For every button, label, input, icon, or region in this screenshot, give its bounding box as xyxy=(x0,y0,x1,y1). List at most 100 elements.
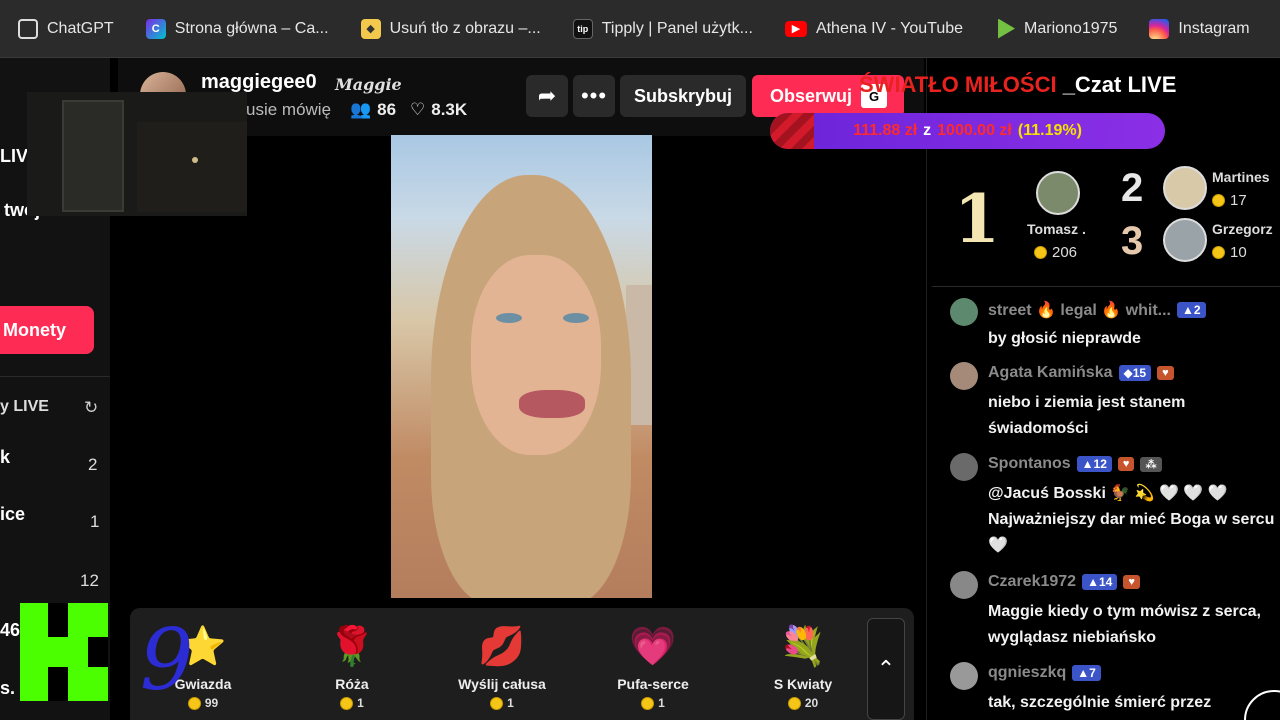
rank-third-number: 3 xyxy=(1121,219,1144,263)
rumble-icon xyxy=(998,18,1016,39)
more-options-button[interactable]: ••• xyxy=(573,75,615,117)
gift-item[interactable]: 💋 Wyślij całusa 1 xyxy=(447,608,557,710)
goal-of: z xyxy=(923,122,932,139)
refresh-icon[interactable]: ↻ xyxy=(84,398,98,418)
viewer-count-value: 86 xyxy=(377,100,397,119)
viewer-count: 👥 86 xyxy=(350,100,396,120)
gift-name: Wyślij całusa xyxy=(458,676,546,692)
sidebar-item-name[interactable]: ice xyxy=(0,504,25,525)
bookmark-label: Instagram xyxy=(1178,19,1250,37)
rose-gift-icon: 🌹 xyxy=(328,626,376,668)
rank-first-number: 1 xyxy=(954,180,1000,258)
webcam-overlay xyxy=(27,92,247,216)
expand-gifts-button[interactable]: ⌃ xyxy=(867,618,905,720)
chat-title-white: _Czat LIVE xyxy=(1062,72,1177,97)
streamer-nickname: Maggie xyxy=(335,75,402,94)
bookmark-youtube[interactable]: ▶ Athena IV - YouTube xyxy=(784,13,973,45)
coin-icon xyxy=(641,696,655,710)
gift-name: Róża xyxy=(335,676,369,692)
bookmark-label: Athena IV - YouTube xyxy=(815,19,964,37)
window-shape xyxy=(62,100,124,212)
rank-second-points: 17 xyxy=(1212,192,1247,209)
chat-user-line[interactable]: Spontanos ▲12 ♥ ⁂ xyxy=(988,455,1162,473)
rank-first-name: Tomasz . xyxy=(1027,221,1086,237)
avatar[interactable] xyxy=(950,453,978,481)
rank-first-points: 206 xyxy=(1034,244,1077,261)
bookmark-label: Usuń tło z obrazu –... xyxy=(389,19,541,37)
coins-button[interactable]: Monety xyxy=(0,306,94,354)
bookmark-canva[interactable]: C Strona główna – Ca... xyxy=(145,13,339,45)
stream-video[interactable] xyxy=(391,135,652,598)
chat-username: Czarek1972 xyxy=(988,573,1077,590)
gift-price: 20 xyxy=(748,696,858,710)
sidebar-live-section-title: y LIVE xyxy=(0,398,49,415)
chat-text: Maggie kiedy o tym mówisz z serca, wyglą… xyxy=(988,603,1261,646)
bookmark-label: Strona główna – Ca... xyxy=(174,19,329,37)
chat-username: Spontanos xyxy=(988,455,1071,472)
streamer-handle[interactable]: maggiegee0 xyxy=(201,71,317,94)
avatar[interactable] xyxy=(950,662,978,690)
lamp-shape xyxy=(192,157,198,163)
avatar[interactable] xyxy=(950,571,978,599)
sidebar-divider xyxy=(0,376,110,377)
level-badge: ▲7 xyxy=(1072,665,1101,681)
share-button[interactable]: ➦ xyxy=(526,75,568,117)
bookmark-rumble[interactable]: Mariono1975 xyxy=(995,13,1127,45)
bookmark-label: Tipply | Panel użytk... xyxy=(601,19,753,37)
sidebar-item-name[interactable]: k xyxy=(0,447,10,468)
bouquet-gift-icon: 💐 xyxy=(779,626,827,668)
bookmark-chatgpt[interactable]: ChatGPT xyxy=(18,13,124,45)
bookmark-instagram[interactable]: Instagram xyxy=(1149,13,1259,45)
goal-current: 111.88 zł xyxy=(853,122,918,139)
chat-text: by głosić nieprawde xyxy=(988,330,1141,347)
gift-name: S Kwiaty xyxy=(773,676,833,692)
gift-item[interactable]: 🌹 Róża 1 xyxy=(297,608,407,710)
level-badge: ▲2 xyxy=(1177,302,1206,318)
chevron-up-icon: ⌃ xyxy=(876,656,896,681)
stream-subtitle: usie mówię xyxy=(246,100,332,119)
bookmark-tipply[interactable]: tip Tipply | Panel użytk... xyxy=(572,13,763,45)
avatar[interactable] xyxy=(1163,218,1207,262)
fan-badge: ♥ xyxy=(1157,366,1174,380)
tipply-icon: tip xyxy=(572,18,593,39)
chat-text: niebo i ziemia jest stanem świadomości xyxy=(988,394,1186,437)
chat-title: ŚWIATŁO MIŁOŚCI _Czat LIVE xyxy=(859,72,1176,98)
chat-user-line[interactable]: Czarek1972 ▲14 ♥ xyxy=(988,573,1140,591)
avatar[interactable] xyxy=(1163,166,1207,210)
ranking-divider xyxy=(932,286,1280,287)
coin-icon xyxy=(490,696,504,710)
gift-price-value: 1 xyxy=(507,696,514,710)
coin-icon xyxy=(1212,194,1225,207)
rank-second-name: Martines xyxy=(1212,169,1270,185)
rank-third-name: Grzegorz xyxy=(1212,221,1273,237)
instagram-icon xyxy=(1149,18,1170,39)
chat-user-line[interactable]: qgnieszkq ▲7 xyxy=(988,664,1101,682)
avatar[interactable] xyxy=(950,298,978,326)
chat-text: tak, szczególnie śmierć przez xyxy=(988,694,1212,711)
bookmark-label: ChatGPT xyxy=(47,19,114,37)
gifts-bar: ⭐ Gwiazda 99 🌹 Róża 1 💋 Wyślij całusa 1 … xyxy=(130,608,914,720)
gift-item[interactable]: 💐 S Kwiaty 20 xyxy=(748,608,858,710)
like-count-value: 8.3K xyxy=(431,100,468,119)
people-icon: 👥 xyxy=(350,100,372,119)
gift-price-value: 1 xyxy=(357,696,364,710)
k-logo-overlay xyxy=(20,603,108,701)
kiss-gift-icon: 💋 xyxy=(478,626,526,668)
fan-badge: ♥ xyxy=(1117,457,1135,471)
subscribe-button[interactable]: Subskrybuj xyxy=(620,75,746,117)
gift-item[interactable]: 💗 Pufa-serce 1 xyxy=(598,608,708,710)
lips-shape xyxy=(519,390,585,418)
goal-percent: (11.19%) xyxy=(1017,122,1082,139)
nine-overlay: 9 xyxy=(140,611,194,709)
gift-price: 1 xyxy=(297,696,407,710)
coin-icon xyxy=(787,696,801,710)
goal-text: 111.88 zł z 1000.00 zł (11.19%) xyxy=(770,113,1165,149)
logo-cutout xyxy=(48,603,68,637)
bookmark-remove-bg[interactable]: ◆ Usuń tło z obrazu –... xyxy=(360,13,551,45)
avatar[interactable] xyxy=(950,362,978,390)
chat-user-line[interactable]: street 🔥 legal 🔥 whit... ▲2 xyxy=(988,300,1206,320)
chat-user-line[interactable]: Agata Kamińska ◆15 ♥ xyxy=(988,364,1174,382)
avatar[interactable] xyxy=(1036,171,1080,215)
gift-price: 1 xyxy=(447,696,557,710)
eye-shape xyxy=(496,313,522,323)
